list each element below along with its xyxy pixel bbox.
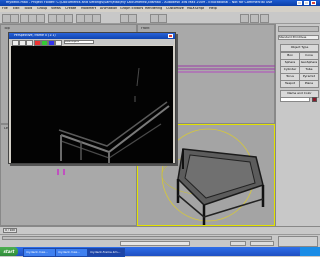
viewport-label: Top — [4, 27, 10, 30]
system-tray — [300, 247, 320, 256]
bind-icon[interactable] — [36, 14, 45, 23]
menu-file[interactable]: File — [2, 7, 8, 10]
object-color-swatch[interactable] — [312, 97, 317, 102]
close-icon[interactable] — [168, 34, 173, 38]
render-setup-icon[interactable] — [250, 14, 259, 23]
menu-help[interactable]: Help — [209, 7, 217, 10]
panel-tabs — [278, 26, 319, 32]
channel-select[interactable]: RGB Alpha — [64, 40, 94, 44]
menu-views[interactable]: Views — [51, 7, 61, 10]
menu-edit[interactable]: Edit — [13, 7, 20, 10]
render-icon[interactable] — [260, 14, 269, 23]
maximize-button[interactable] — [304, 1, 309, 5]
start-button[interactable]: start — [0, 247, 18, 256]
time-slider-handle[interactable]: 0 / 100 — [3, 228, 17, 233]
track-bar[interactable] — [2, 236, 272, 240]
plane-button[interactable]: Plane — [299, 80, 319, 88]
viewport-navigation-controls[interactable] — [278, 236, 318, 247]
primitives-dropdown[interactable]: Standard Primitives — [278, 35, 319, 40]
region-icon[interactable] — [64, 14, 73, 23]
align-icon[interactable] — [158, 14, 167, 23]
angle-snap-icon[interactable] — [128, 14, 137, 23]
rendered-image — [11, 46, 173, 163]
menu-create[interactable]: Create — [65, 7, 76, 10]
app-title: mydeck.max - Project Folder: C:\Document… — [6, 1, 273, 4]
material-editor-icon[interactable] — [240, 14, 249, 23]
menu-tools[interactable]: Tools — [24, 7, 32, 10]
rendered-frame-title: Perspective, frame 0 (1:1) — [14, 34, 56, 37]
menu-rendering[interactable]: Rendering — [145, 7, 162, 10]
close-button[interactable] — [311, 1, 316, 5]
menu-animation[interactable]: Animation — [100, 7, 117, 10]
rendered-table-wireframe — [58, 67, 170, 163]
scale-icon[interactable] — [92, 14, 101, 23]
command-panel: Standard Primitives Object Type Box Cone… — [275, 24, 320, 226]
teapot-button[interactable]: Teapot — [280, 80, 300, 88]
menu-customize[interactable]: Customize — [166, 7, 184, 10]
auto-key-button[interactable] — [230, 241, 246, 246]
name-field[interactable] — [280, 97, 310, 102]
windows-taskbar: start mydeck.max... mydeck.max... mydeck… — [0, 247, 320, 257]
rendered-frame-window[interactable]: Perspective, frame 0 (1:1) RGB Alpha — [8, 32, 176, 164]
coordinate-fields[interactable] — [120, 241, 190, 246]
main-toolbar — [0, 12, 320, 24]
time-slider[interactable]: 0 / 100 — [0, 226, 320, 234]
menu-group[interactable]: Group — [37, 7, 47, 10]
playback-controls[interactable] — [250, 241, 274, 246]
rendered-frame-toolbar: RGB Alpha — [10, 39, 174, 46]
menu-maxscript[interactable]: MAXScript — [187, 7, 204, 10]
menu-modifiers[interactable]: Modifiers — [81, 7, 96, 10]
redo-icon[interactable] — [10, 14, 19, 23]
status-bar — [0, 234, 320, 247]
menu-graph-editors[interactable]: Graph Editors — [120, 7, 143, 10]
minimize-button[interactable] — [297, 1, 302, 5]
object-type-rollout[interactable]: Object Type — [280, 44, 319, 52]
